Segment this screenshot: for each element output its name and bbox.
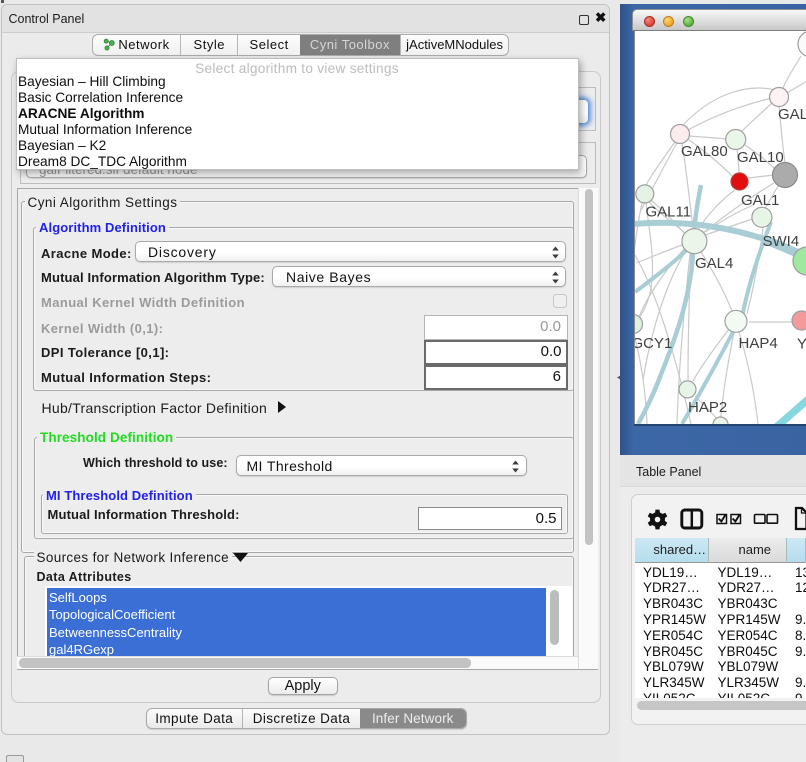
svg-text:GAL10: GAL10 <box>737 149 784 166</box>
svg-text:HAP4: HAP4 <box>739 335 778 352</box>
svg-text:GCY1: GCY1 <box>635 335 672 352</box>
svg-text:GAL11: GAL11 <box>646 204 692 221</box>
svg-text:HAP2: HAP2 <box>688 399 727 416</box>
svg-text:YJ: YJ <box>797 336 806 353</box>
svg-text:GAL1: GAL1 <box>741 192 779 209</box>
svg-text:GAL4: GAL4 <box>695 255 733 272</box>
svg-text:SWI4: SWI4 <box>763 233 800 250</box>
svg-text:GAL7: GAL7 <box>778 106 806 123</box>
svg-text:GAL80: GAL80 <box>681 143 728 160</box>
